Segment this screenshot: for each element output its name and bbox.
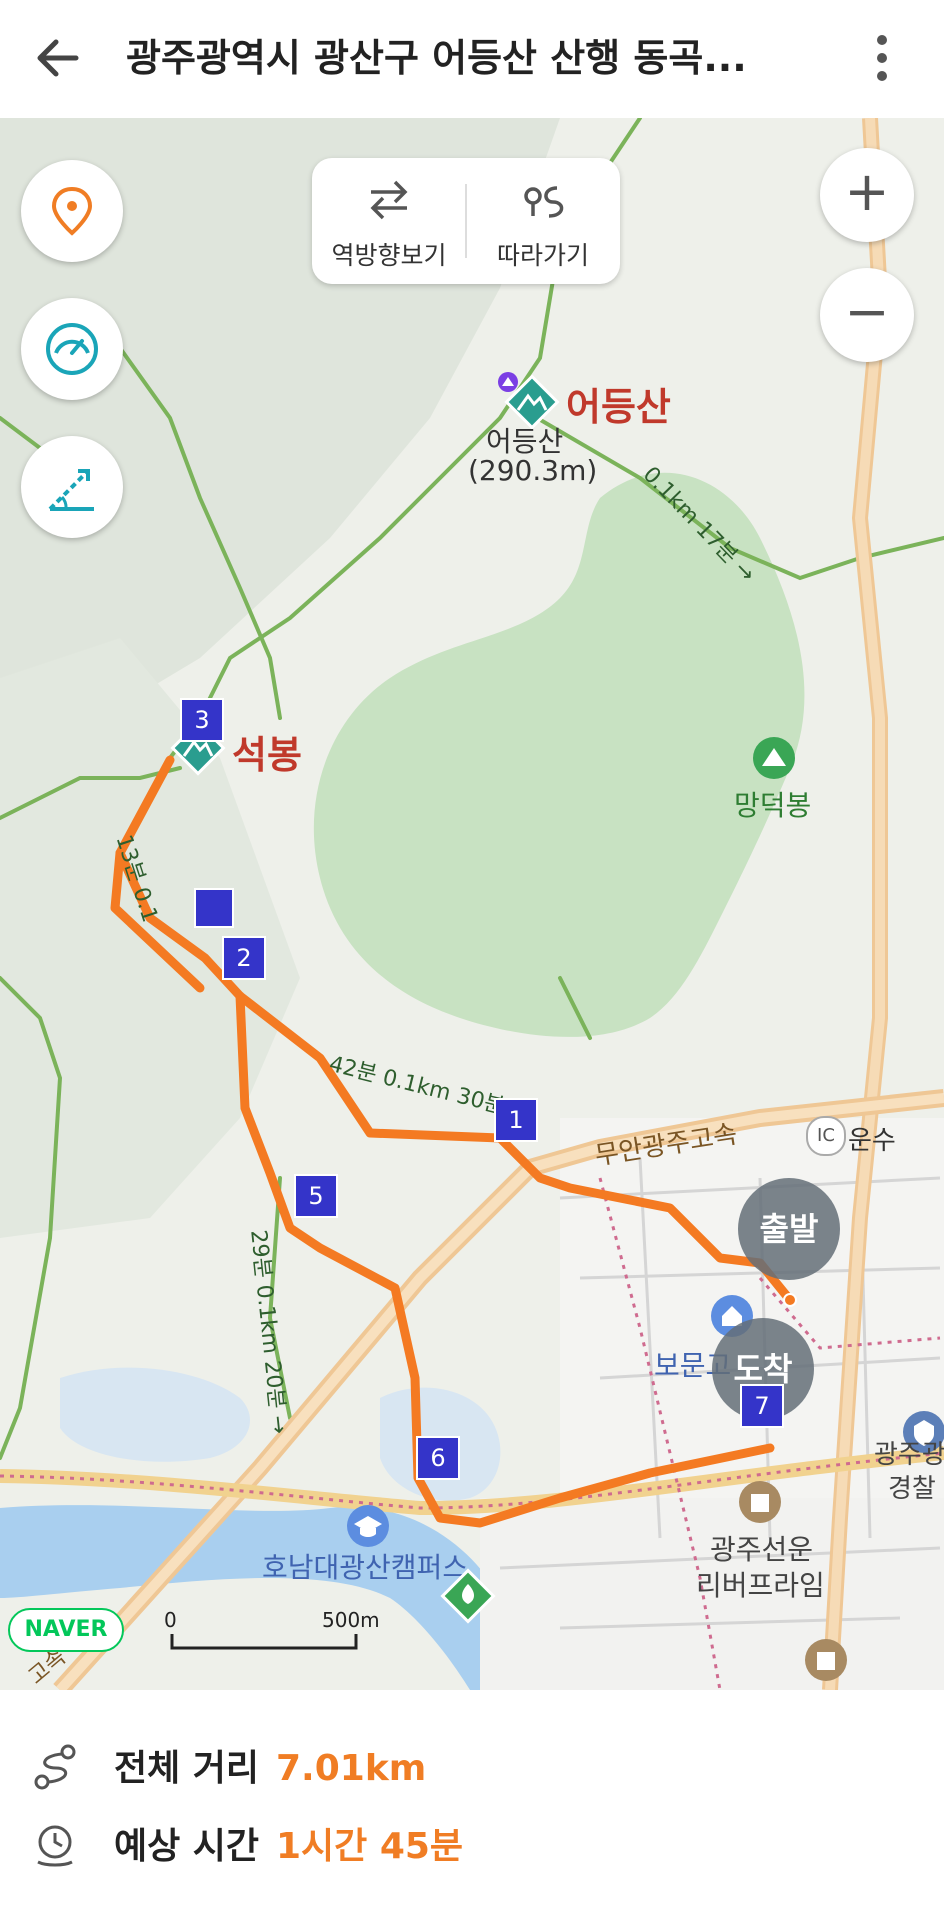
reverse-direction-button[interactable]: 역방향보기 <box>312 158 466 284</box>
speed-gauge-button[interactable] <box>21 298 123 400</box>
park-icon <box>440 1568 496 1624</box>
peak-name-eodeungsan: 어등산 <box>566 385 671 429</box>
route-toolbox: 역방향보기 따라가기 <box>312 158 620 284</box>
time-row: 예상 시간 1시간 45분 <box>0 1812 944 1882</box>
scale-value: 500m <box>322 1608 380 1632</box>
waypoint-marker[interactable]: 3 <box>180 698 224 742</box>
start-marker[interactable]: 출발 <box>738 1178 840 1280</box>
plus-icon: + <box>844 160 890 223</box>
back-arrow-icon[interactable] <box>28 26 92 90</box>
scale-zero: 0 <box>164 1608 177 1632</box>
naver-logo: NAVER <box>8 1608 124 1652</box>
place-police-line1: 광주광 <box>874 1440 944 1470</box>
ic-badge: IC <box>806 1116 846 1156</box>
zoom-in-button[interactable]: + <box>820 148 914 242</box>
apartment-icon <box>739 1481 781 1523</box>
page-title: 광주광역시 광산구 어등산 산행 동곡... <box>126 36 747 80</box>
peak-name-mangdeok: 망덕봉 <box>734 789 812 822</box>
follow-route-icon <box>524 186 564 218</box>
more-vertical-icon[interactable] <box>862 26 902 90</box>
waypoint-marker[interactable]: 2 <box>222 936 266 980</box>
location-pin-button[interactable] <box>21 160 123 262</box>
waypoint-marker[interactable]: 6 <box>416 1436 460 1480</box>
zoom-out-button[interactable]: − <box>820 268 914 362</box>
swap-arrows-icon <box>370 180 408 220</box>
route-summary: 전체 거리 7.01km 예상 시간 1시간 45분 <box>0 1690 944 1906</box>
gauge-icon <box>46 323 98 375</box>
ic-name: 운수 <box>848 1126 896 1156</box>
clock-icon <box>37 1825 73 1867</box>
campus-icon <box>347 1505 389 1547</box>
follow-button[interactable]: 따라가기 <box>466 158 620 284</box>
mountain-icon <box>753 737 795 779</box>
place-police-line2: 경찰 <box>888 1474 936 1504</box>
waypoint-marker-blank[interactable] <box>194 888 234 928</box>
map-view[interactable]: 역방향보기 따라가기 + − 어등산 어등산 (290.3m) 석봉 망덕봉 0… <box>0 118 944 1690</box>
waypoint-marker[interactable]: 5 <box>294 1174 338 1218</box>
slope-icon <box>48 469 94 511</box>
minus-icon: − <box>844 280 890 343</box>
building-icon <box>805 1639 847 1681</box>
waypoint-marker[interactable]: 1 <box>494 1098 538 1142</box>
time-label: 예상 시간 <box>114 1826 260 1867</box>
waypoint-marker[interactable]: 7 <box>740 1384 784 1428</box>
location-pin-icon <box>51 186 93 236</box>
route-distance-icon <box>34 1744 76 1790</box>
peak-elevation: (290.3m) <box>468 454 598 487</box>
reverse-label: 역방향보기 <box>331 241 447 270</box>
peak-name-seokbong: 석봉 <box>232 733 302 777</box>
distance-row: 전체 거리 7.01km <box>0 1734 944 1804</box>
peak-badge-icon <box>498 372 518 392</box>
scale-bar <box>170 1634 358 1650</box>
follow-label: 따라가기 <box>496 241 589 270</box>
app-header: 광주광역시 광산구 어등산 산행 동곡... <box>0 0 944 119</box>
slope-button[interactable] <box>21 436 123 538</box>
place-apartment-line1: 광주선운 <box>710 1533 814 1566</box>
place-apartment-line2: 리버프라임 <box>696 1569 825 1602</box>
distance-value: 7.01km <box>276 1748 427 1789</box>
time-value: 1시간 45분 <box>276 1826 464 1867</box>
distance-label: 전체 거리 <box>114 1748 260 1789</box>
